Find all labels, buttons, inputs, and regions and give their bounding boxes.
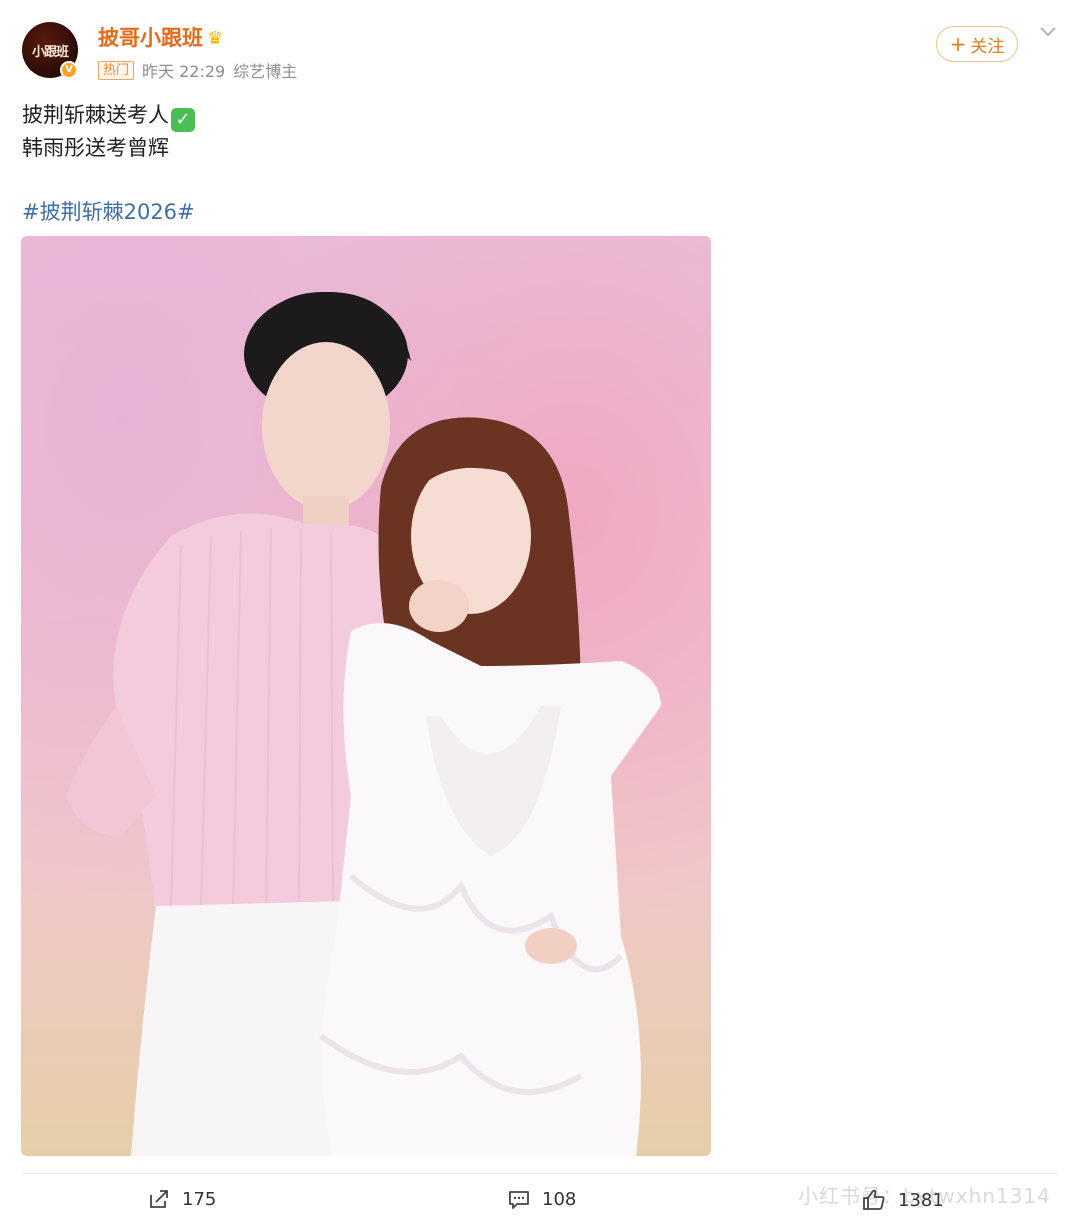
chevron-down-icon[interactable] — [1038, 22, 1058, 42]
repost-count: 175 — [182, 1188, 217, 1210]
hashtag-link[interactable]: #披荆斩棘2026# — [22, 196, 195, 226]
author-name-text: 披哥小跟班 — [98, 26, 203, 50]
like-count: 1381 — [898, 1189, 944, 1211]
post-time: 昨天 22:29 — [142, 62, 226, 81]
thumbs-up-icon — [863, 1189, 885, 1210]
hot-badge: 热门 — [98, 60, 135, 80]
verified-badge-icon: V — [60, 61, 78, 79]
avatar-text: 小跟班 — [31, 44, 69, 60]
comment-icon — [509, 1191, 529, 1209]
photo-illustration — [66, 291, 661, 1156]
follow-label: 关注 — [970, 36, 1005, 57]
crown-icon: ♛ — [207, 28, 224, 49]
repost-icon — [150, 1190, 168, 1208]
comment-count: 108 — [542, 1188, 577, 1210]
repost-button[interactable]: 175 — [148, 1188, 216, 1210]
divider — [22, 1173, 1058, 1174]
plus-icon: + — [949, 32, 967, 56]
post-text-1: 披荆斩棘送考人 — [22, 103, 169, 127]
like-button[interactable]: 1381 — [862, 1188, 944, 1212]
post-text-line-2: 韩雨彤送考曾辉 — [22, 136, 169, 160]
post-text-line-1: 披荆斩棘送考人 ✓ — [22, 99, 195, 132]
post-meta: 热门 昨天 22:29 综艺博主 — [98, 58, 297, 82]
follow-button[interactable]: + 关注 — [936, 26, 1018, 62]
author-role: 综艺博主 — [233, 62, 298, 81]
author-name[interactable]: 披哥小跟班 ♛ — [98, 22, 223, 52]
post-photo[interactable] — [21, 236, 711, 1156]
check-mark-icon: ✓ — [171, 108, 195, 132]
comment-button[interactable]: 108 — [508, 1188, 576, 1210]
